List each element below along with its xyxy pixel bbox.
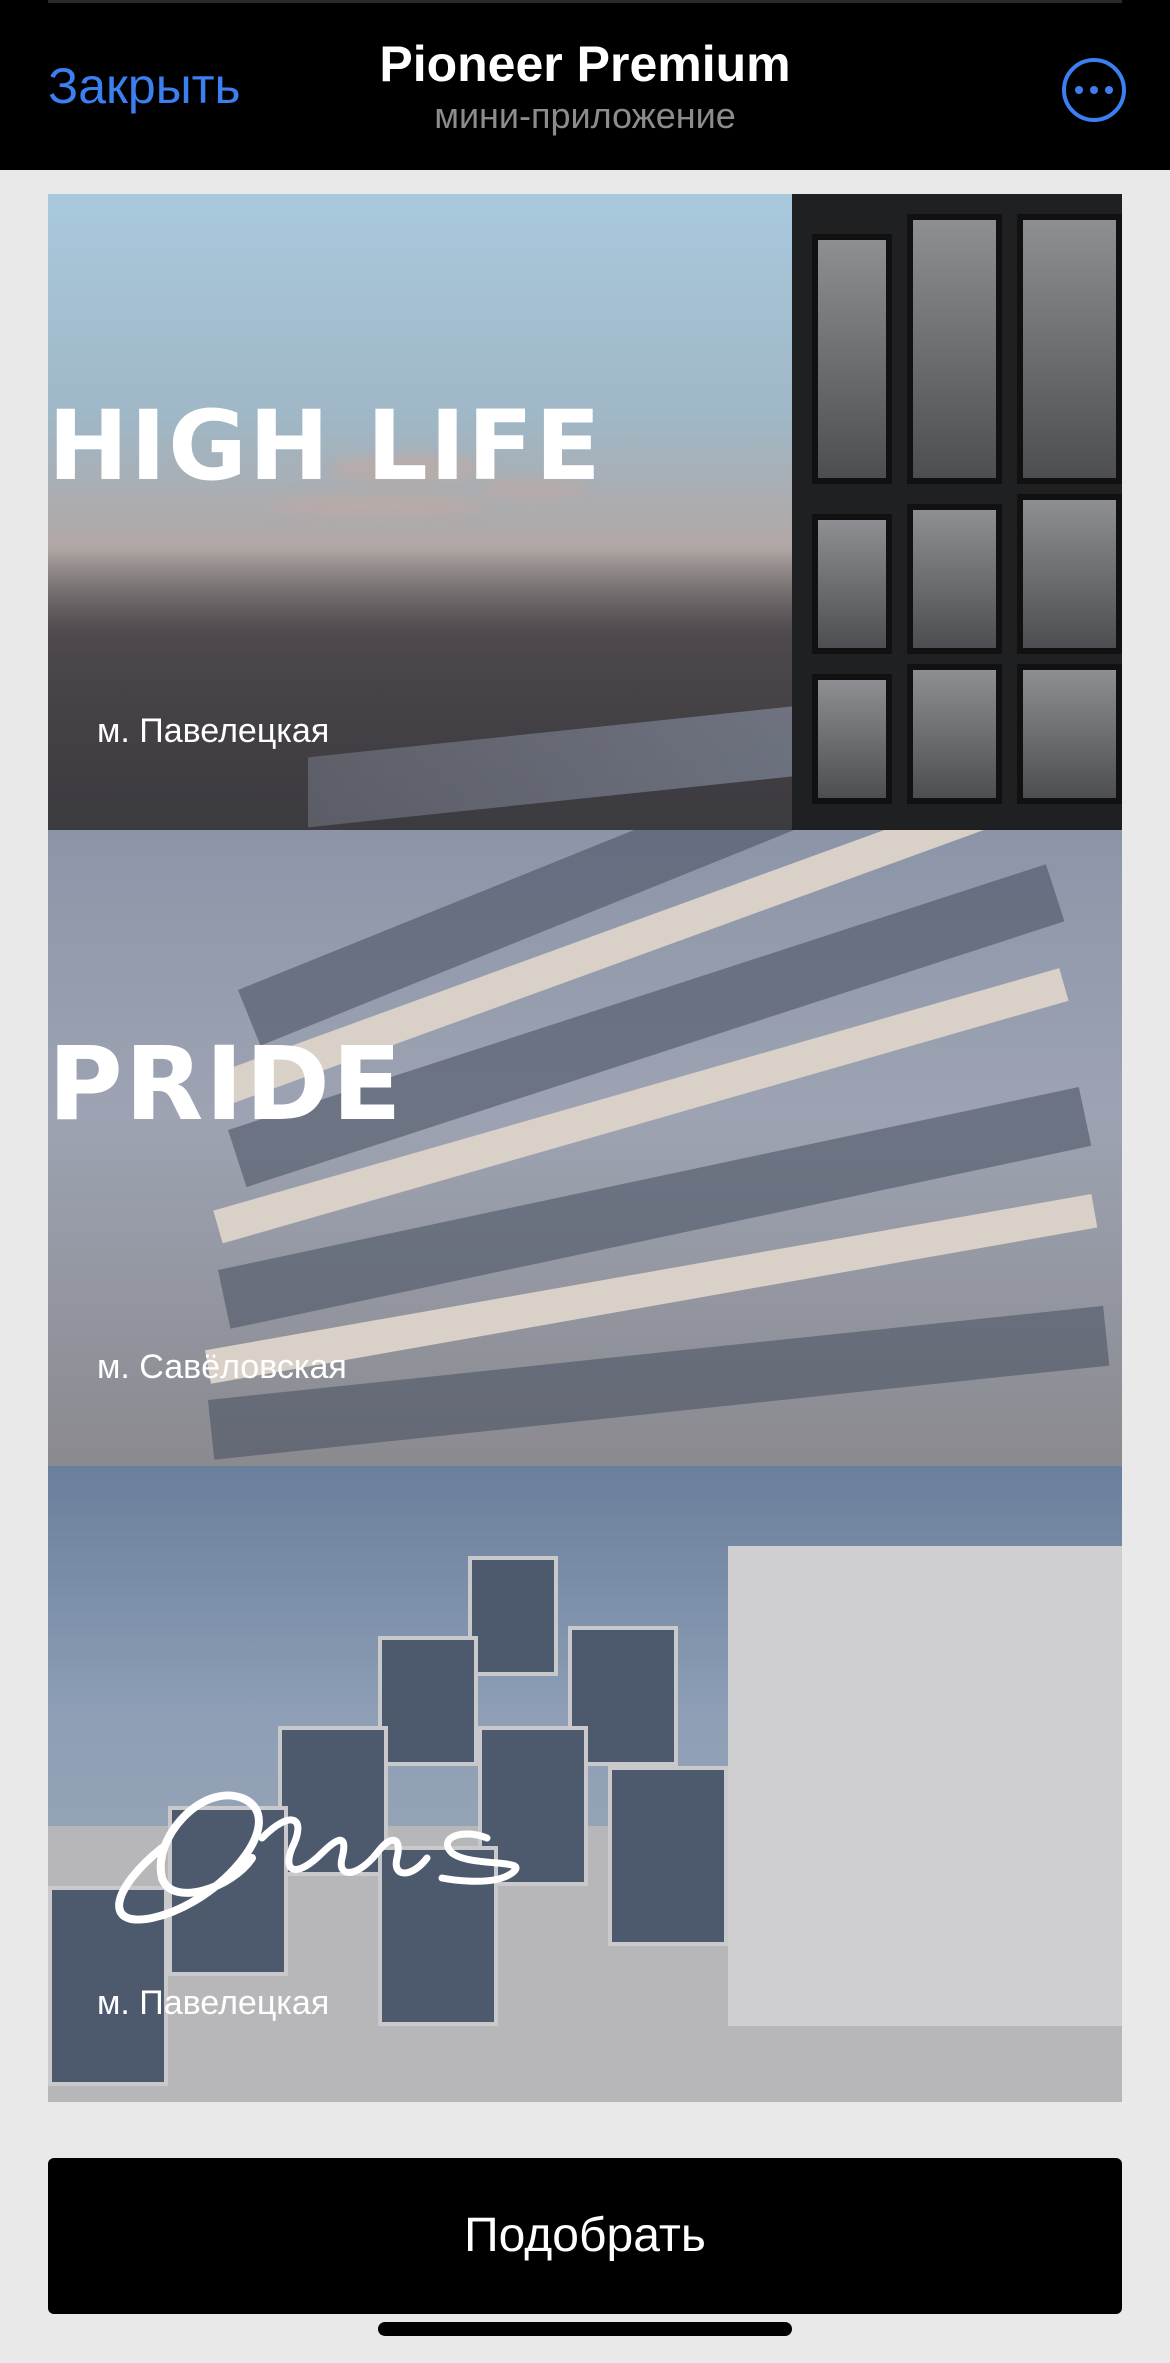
window-shape xyxy=(1017,214,1122,484)
window-shape xyxy=(907,504,1002,654)
project-title-pride: PRIDE xyxy=(48,1025,404,1144)
project-title-high-life: HIGH LIFE xyxy=(48,390,603,502)
dot-icon xyxy=(1105,86,1113,94)
window-shape xyxy=(907,664,1002,804)
app-title: Pioneer Premium xyxy=(379,36,791,92)
dot-icon xyxy=(1090,86,1098,94)
window-shape xyxy=(378,1636,478,1766)
window-shape xyxy=(1017,664,1122,804)
opus-logo xyxy=(115,1791,520,1924)
mini-app-header: Закрыть Pioneer Premium мини-приложение xyxy=(0,0,1170,170)
window-shape xyxy=(812,514,892,654)
tower-facade-image xyxy=(792,194,1122,830)
dot-icon xyxy=(1075,86,1083,94)
window-shape xyxy=(907,214,1002,484)
window-shape xyxy=(812,234,892,484)
project-metro-opus: м. Павелецкая xyxy=(97,1984,330,2022)
window-shape xyxy=(812,674,892,804)
building-wing-image xyxy=(728,1546,1122,2026)
project-metro-pride: м. Савёловская xyxy=(97,1348,347,1386)
home-indicator[interactable] xyxy=(378,2322,792,2336)
close-button[interactable]: Закрыть xyxy=(48,56,241,116)
window-shape xyxy=(1017,494,1122,654)
more-options-icon[interactable] xyxy=(1062,58,1126,122)
project-metro-high-life: м. Павелецкая xyxy=(97,712,330,750)
header-grabber xyxy=(48,0,1122,3)
header-titles: Pioneer Premium мини-приложение xyxy=(285,34,885,138)
select-button[interactable]: Подобрать xyxy=(48,2158,1122,2314)
window-shape xyxy=(468,1556,558,1676)
app-subtitle: мини-приложение xyxy=(434,95,736,136)
